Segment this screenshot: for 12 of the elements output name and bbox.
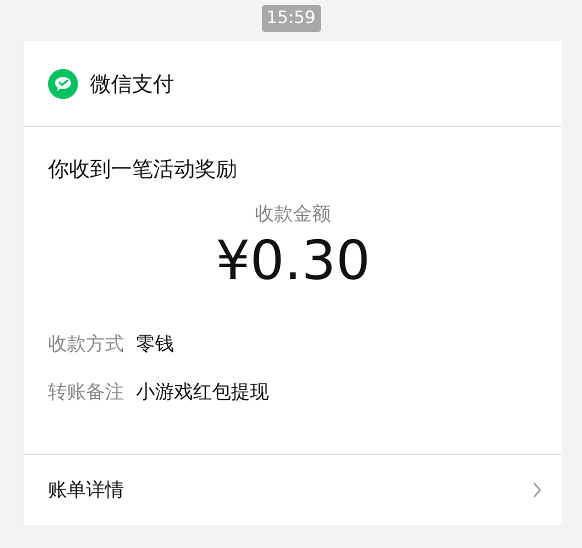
detail-label: 转账备注 [48, 380, 124, 405]
detail-value: 小游戏红包提现 [136, 380, 269, 405]
detail-label: 收款方式 [48, 332, 124, 357]
wechat-pay-icon [48, 68, 78, 98]
amount-label: 收款金额 [254, 202, 332, 227]
message-title: 你收到一笔活动奖励 [47, 156, 238, 183]
chevron-right-icon [532, 481, 542, 499]
timestamp: 15:59 [262, 5, 320, 32]
amount: ¥0.30 [214, 229, 372, 293]
detail-value: 零钱 [136, 332, 174, 357]
bill-details-link[interactable]: 账单详情 [24, 454, 562, 525]
app-name: 微信支付 [90, 70, 174, 98]
